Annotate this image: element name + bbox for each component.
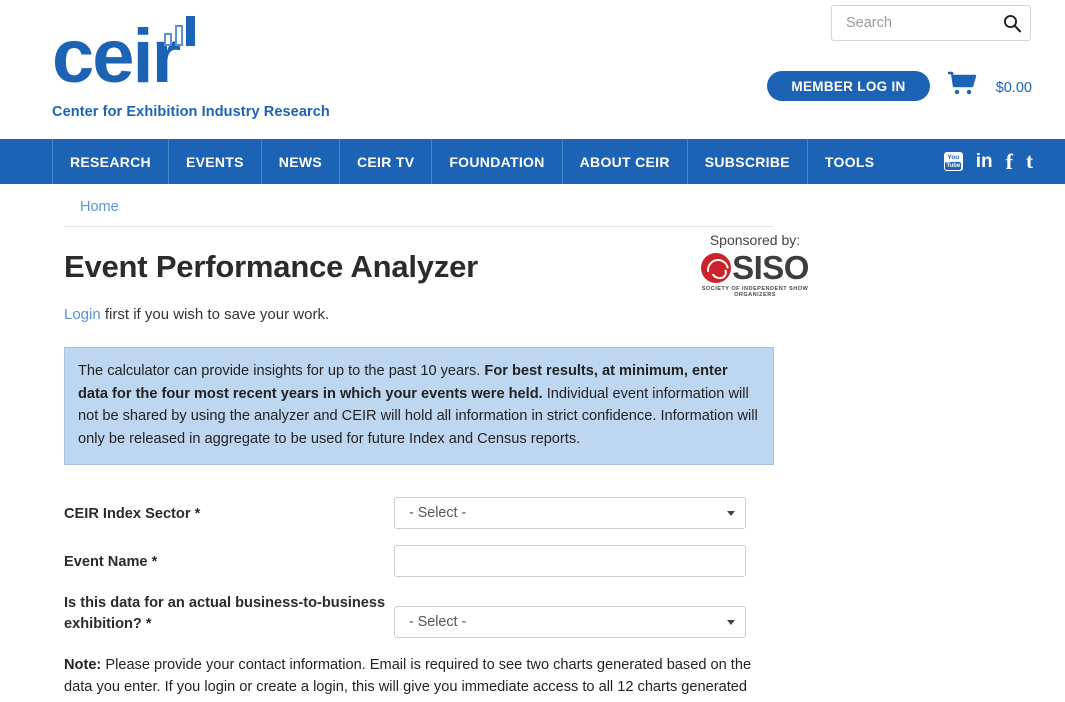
ceir-logo[interactable]: ceir Center for Exhibition Industry Rese…: [52, 8, 352, 120]
input-event-name[interactable]: [394, 545, 746, 577]
field-event-name: [394, 545, 774, 577]
nav-item-research[interactable]: RESEARCH: [52, 139, 168, 184]
breadcrumb: Home: [64, 184, 774, 227]
member-login-button[interactable]: MEMBER LOG IN: [767, 71, 930, 101]
sponsor-block: Sponsored by: SISO SOCIETY OF INDEPENDEN…: [680, 232, 830, 298]
logo-tagline: Center for Exhibition Industry Research: [52, 104, 330, 120]
nav-item-tools[interactable]: TOOLS: [806, 139, 891, 184]
shopping-cart-icon[interactable]: [946, 70, 980, 100]
bar-chart-icon: [164, 16, 198, 46]
chevron-down-icon: [727, 511, 735, 516]
select-b2b-exhibition-value: - Select -: [409, 614, 467, 630]
label-b2b-exhibition: Is this data for an actual business-to-b…: [64, 595, 386, 632]
search-icon[interactable]: [1002, 13, 1022, 33]
nav-item-ceir-tv[interactable]: CEIR TV: [339, 139, 431, 184]
siso-wordmark: SISO: [732, 249, 809, 286]
nav-item-about-ceir[interactable]: ABOUT CEIR: [561, 139, 687, 184]
title-row: Event Performance Analyzer Sponsored by:…: [64, 227, 809, 298]
select-ceir-index-sector-value: - Select -: [409, 505, 467, 521]
youtube-icon[interactable]: You Tube: [943, 152, 963, 171]
site-header: ceir Center for Exhibition Industry Rese…: [0, 0, 1065, 139]
page-title: Event Performance Analyzer: [64, 249, 479, 284]
breadcrumb-home-link[interactable]: Home: [80, 199, 119, 215]
note-label: Note:: [64, 657, 102, 673]
nav-item-foundation[interactable]: FOUNDATION: [431, 139, 561, 184]
siso-swirl-icon: [701, 253, 732, 283]
search-input[interactable]: [844, 6, 994, 40]
main-navigation: RESEARCH EVENTS NEWS CEIR TV FOUNDATION …: [0, 139, 1065, 184]
form-row-event-name: Event Name *: [64, 545, 774, 577]
youtube-icon-bottom: Tube: [945, 161, 962, 170]
event-form: CEIR Index Sector * - Select - Event Nam…: [64, 497, 774, 638]
logo-wordmark: ceir: [52, 14, 181, 99]
search-box[interactable]: [831, 5, 1031, 41]
youtube-icon-top: You: [947, 153, 960, 161]
facebook-icon[interactable]: f: [1006, 150, 1013, 173]
siso-logo[interactable]: SISO: [680, 249, 830, 286]
siso-tagline: SOCIETY OF INDEPENDENT SHOW ORGANIZERS: [701, 286, 809, 298]
contact-note: Note: Please provide your contact inform…: [64, 654, 774, 702]
note-text: Please provide your contact information.…: [64, 657, 752, 702]
sponsored-by-label: Sponsored by:: [709, 232, 801, 248]
nav-item-events[interactable]: EVENTS: [167, 139, 261, 184]
login-link[interactable]: Login: [64, 306, 101, 323]
field-ceir-index-sector: - Select -: [394, 497, 774, 529]
tumblr-icon[interactable]: t: [1026, 151, 1033, 172]
page-content: Home Event Performance Analyzer Sponsore…: [0, 184, 1065, 702]
login-hint: Login first if you wish to save your wor…: [64, 305, 774, 325]
linkedin-icon[interactable]: in: [976, 152, 993, 171]
field-b2b-exhibition: - Select -: [394, 593, 774, 638]
select-ceir-index-sector[interactable]: - Select -: [394, 497, 746, 529]
cart-amount: $0.00: [995, 80, 1032, 96]
login-hint-text: first if you wish to save your work.: [100, 306, 330, 323]
form-row-b2b-exhibition: Is this data for an actual business-to-b…: [64, 593, 774, 638]
chevron-down-icon: [727, 620, 735, 625]
nav-item-subscribe[interactable]: SUBSCRIBE: [686, 139, 807, 184]
label-ceir-index-sector: CEIR Index Sector *: [64, 506, 201, 522]
info-callout: The calculator can provide insights for …: [64, 347, 774, 465]
logo-mark: ceir: [52, 8, 352, 96]
label-event-name: Event Name *: [64, 554, 158, 570]
info-text-part1: The calculator can provide insights for …: [78, 363, 485, 379]
social-links: You Tube in f t: [943, 139, 1033, 184]
nav-item-news[interactable]: NEWS: [260, 139, 339, 184]
select-b2b-exhibition[interactable]: - Select -: [394, 606, 746, 638]
form-row-ceir-index-sector: CEIR Index Sector * - Select -: [64, 497, 774, 529]
